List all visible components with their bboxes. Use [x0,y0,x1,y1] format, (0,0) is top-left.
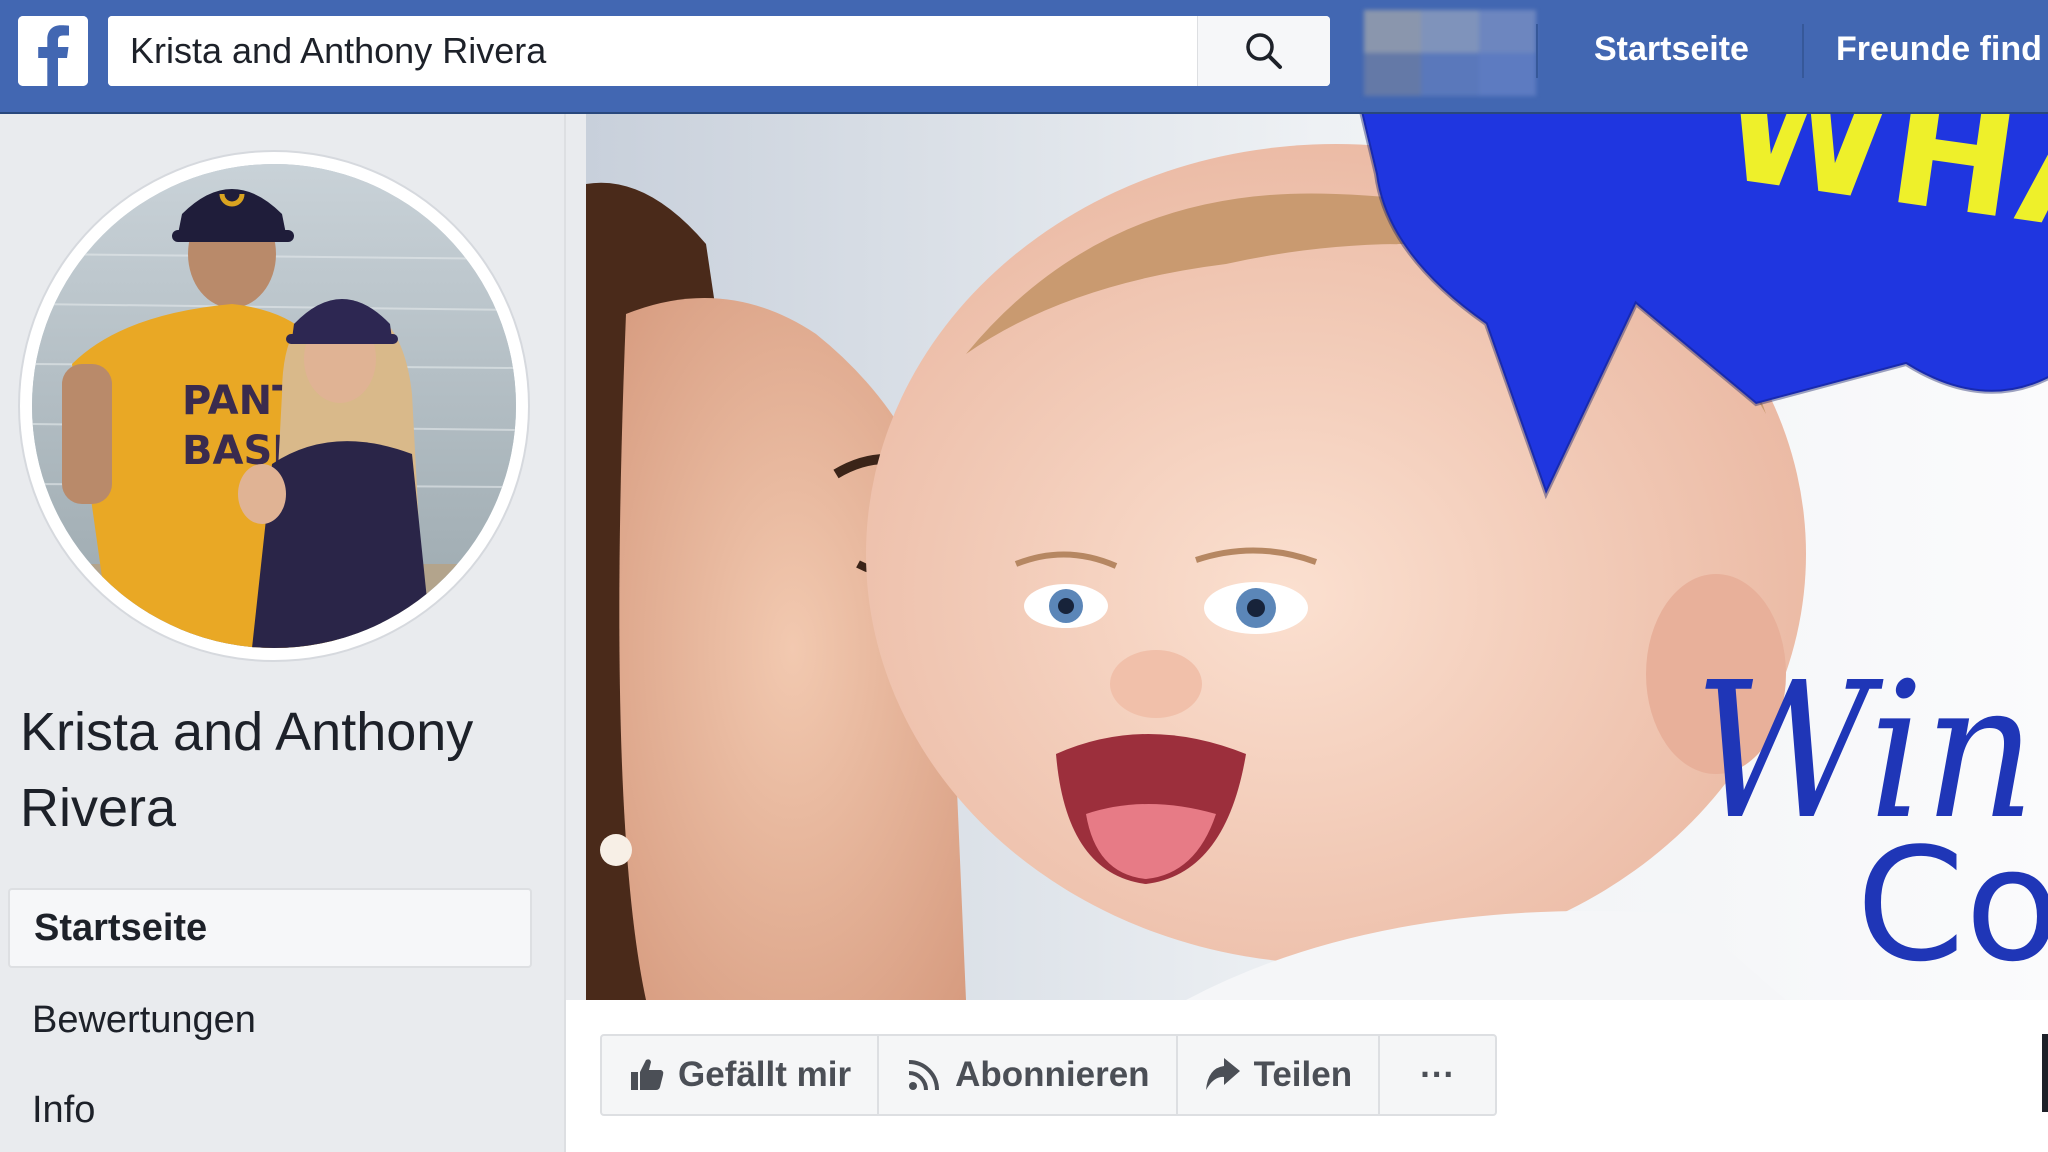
rss-feed-icon [908,1060,940,1091]
sidebar-item-info[interactable]: Info [8,1070,532,1150]
like-button-label: Gefällt mir [678,1055,852,1094]
share-button[interactable]: Teilen [1178,1036,1381,1114]
cover-text-co: Co [1856,814,2048,996]
page-name: Krista and Anthony Rivera [20,702,474,838]
profile-picture-frame[interactable]: PANTHER BASEBALL [20,152,528,660]
nav-divider [1802,24,1804,78]
left-sidebar: PANTHER BASEBALL Krista and Anthony Rive… [0,114,566,1152]
nav-link-freunde-finden[interactable]: Freunde find [1836,30,2042,69]
profile-picture[interactable]: PANTHER BASEBALL [32,164,516,648]
search-button[interactable] [1197,16,1330,86]
nav-divider [1536,24,1538,78]
cover-photo[interactable]: WHA Win Co [586,114,2048,1000]
magnifier-icon [1246,33,1282,69]
sidebar-item-startseite[interactable]: Startseite [8,888,532,968]
like-button[interactable]: Gefällt mir [602,1036,880,1114]
search-bar [108,16,1330,86]
top-navigation-bar: Startseite Freunde find [0,0,2048,114]
follow-button-label: Abonnieren [955,1055,1150,1094]
thumbs-up-icon [631,1059,664,1090]
share-arrow-icon [1205,1058,1240,1090]
search-input[interactable] [108,16,1198,86]
sidebar-item-bewertungen[interactable]: Bewertungen [8,980,532,1060]
nav-link-startseite[interactable]: Startseite [1594,30,1749,69]
right-edge-button[interactable] [2042,1034,2048,1112]
user-avatar-blurred[interactable] [1364,10,1536,96]
more-dots-icon: ··· [1420,1055,1456,1094]
facebook-logo-icon[interactable] [18,16,88,86]
follow-button[interactable]: Abonnieren [879,1036,1178,1114]
page-action-bar: Gefällt mir Abonnieren Teilen ··· [600,1034,1498,1116]
column-divider [564,114,566,1152]
share-button-label: Teilen [1253,1055,1353,1094]
more-options-button[interactable]: ··· [1380,1036,1495,1114]
